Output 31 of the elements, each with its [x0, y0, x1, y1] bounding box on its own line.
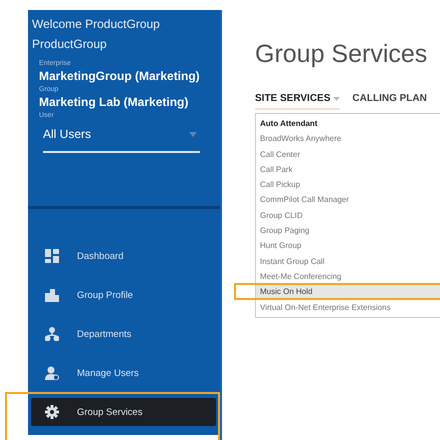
- menu-option[interactable]: Group CLID: [256, 208, 440, 224]
- settings-icon: [45, 405, 59, 419]
- menu-option[interactable]: Call Center: [256, 146, 440, 162]
- menu-option[interactable]: Meet-Me Conferencing: [256, 268, 440, 284]
- nav-item[interactable]: Group Profile: [28, 281, 216, 309]
- menu-option[interactable]: Group Paging: [256, 223, 440, 238]
- dashboard-icon: [45, 249, 59, 263]
- caret-icon: [333, 96, 340, 100]
- caret-icon: [189, 132, 197, 136]
- building-icon: [45, 288, 59, 302]
- menu-option[interactable]: CommPilot Call Manager: [256, 192, 440, 208]
- hierarchy-icon: [45, 327, 59, 341]
- menu-option[interactable]: Hunt Group: [256, 238, 440, 254]
- menu-option[interactable]: Virtual On-Net Enterprise Extensions: [256, 300, 440, 315]
- tab[interactable]: CALLING PLAN: [352, 93, 427, 110]
- nav-item[interactable]: Manage Users: [28, 359, 216, 387]
- user-icon: [45, 366, 59, 380]
- nav-item[interactable]: Group Services: [31, 398, 216, 426]
- welcome-text: Welcome ProductGroup ProductGroup: [32, 16, 161, 53]
- nav-item[interactable]: Departments: [28, 320, 216, 348]
- page-title: Group Services: [255, 40, 428, 69]
- tab[interactable]: SITE SERVICES: [255, 93, 340, 110]
- menu-option[interactable]: Call Park: [256, 162, 440, 178]
- menu-option[interactable]: Auto Attendant: [256, 116, 440, 132]
- nav-item[interactable]: Dashboard: [28, 242, 216, 270]
- user-select[interactable]: All Users: [43, 125, 200, 153]
- field-value: MarketingGroup (Marketing): [39, 69, 201, 83]
- field-value: Marketing Lab (Marketing): [39, 95, 190, 109]
- menu-option[interactable]: BroadWorks Anywhere: [256, 131, 440, 147]
- menu-option[interactable]: Call Pickup: [256, 177, 440, 192]
- menu-option[interactable]: Instant Group Call: [256, 254, 440, 269]
